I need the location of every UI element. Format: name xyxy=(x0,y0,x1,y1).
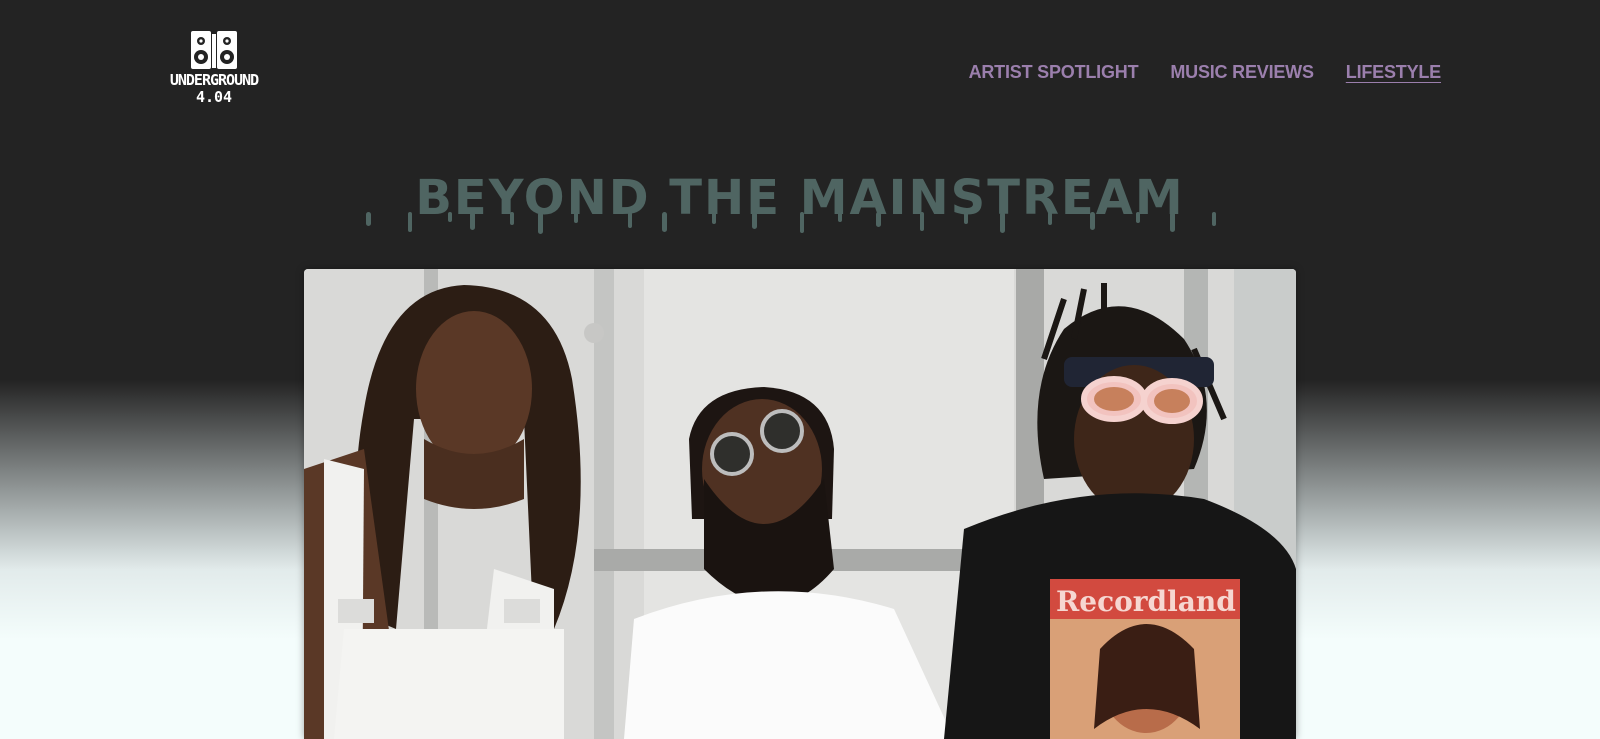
shirt-print-text: Recordland xyxy=(1056,585,1236,618)
hero-image: Recordland xyxy=(304,269,1296,739)
headline-drips-decoration xyxy=(366,212,1216,234)
site-header: UNDERGROUND 4.04 ARTIST SPOTLIGHT MUSIC … xyxy=(0,0,1600,140)
nav-music-reviews[interactable]: MUSIC REVIEWS xyxy=(1170,62,1314,83)
nav-artist-spotlight[interactable]: ARTIST SPOTLIGHT xyxy=(969,62,1139,83)
nav-lifestyle[interactable]: LIFESTYLE xyxy=(1346,62,1441,83)
logo-wordmark: UNDERGROUND xyxy=(169,71,259,89)
main-nav: ARTIST SPOTLIGHT MUSIC REVIEWS LIFESTYLE xyxy=(969,62,1442,83)
logo-version: 4.04 xyxy=(195,88,233,106)
speakers-icon xyxy=(191,31,237,69)
site-logo[interactable]: UNDERGROUND 4.04 xyxy=(163,28,265,120)
hero-photo-illustration: Recordland xyxy=(304,269,1296,739)
